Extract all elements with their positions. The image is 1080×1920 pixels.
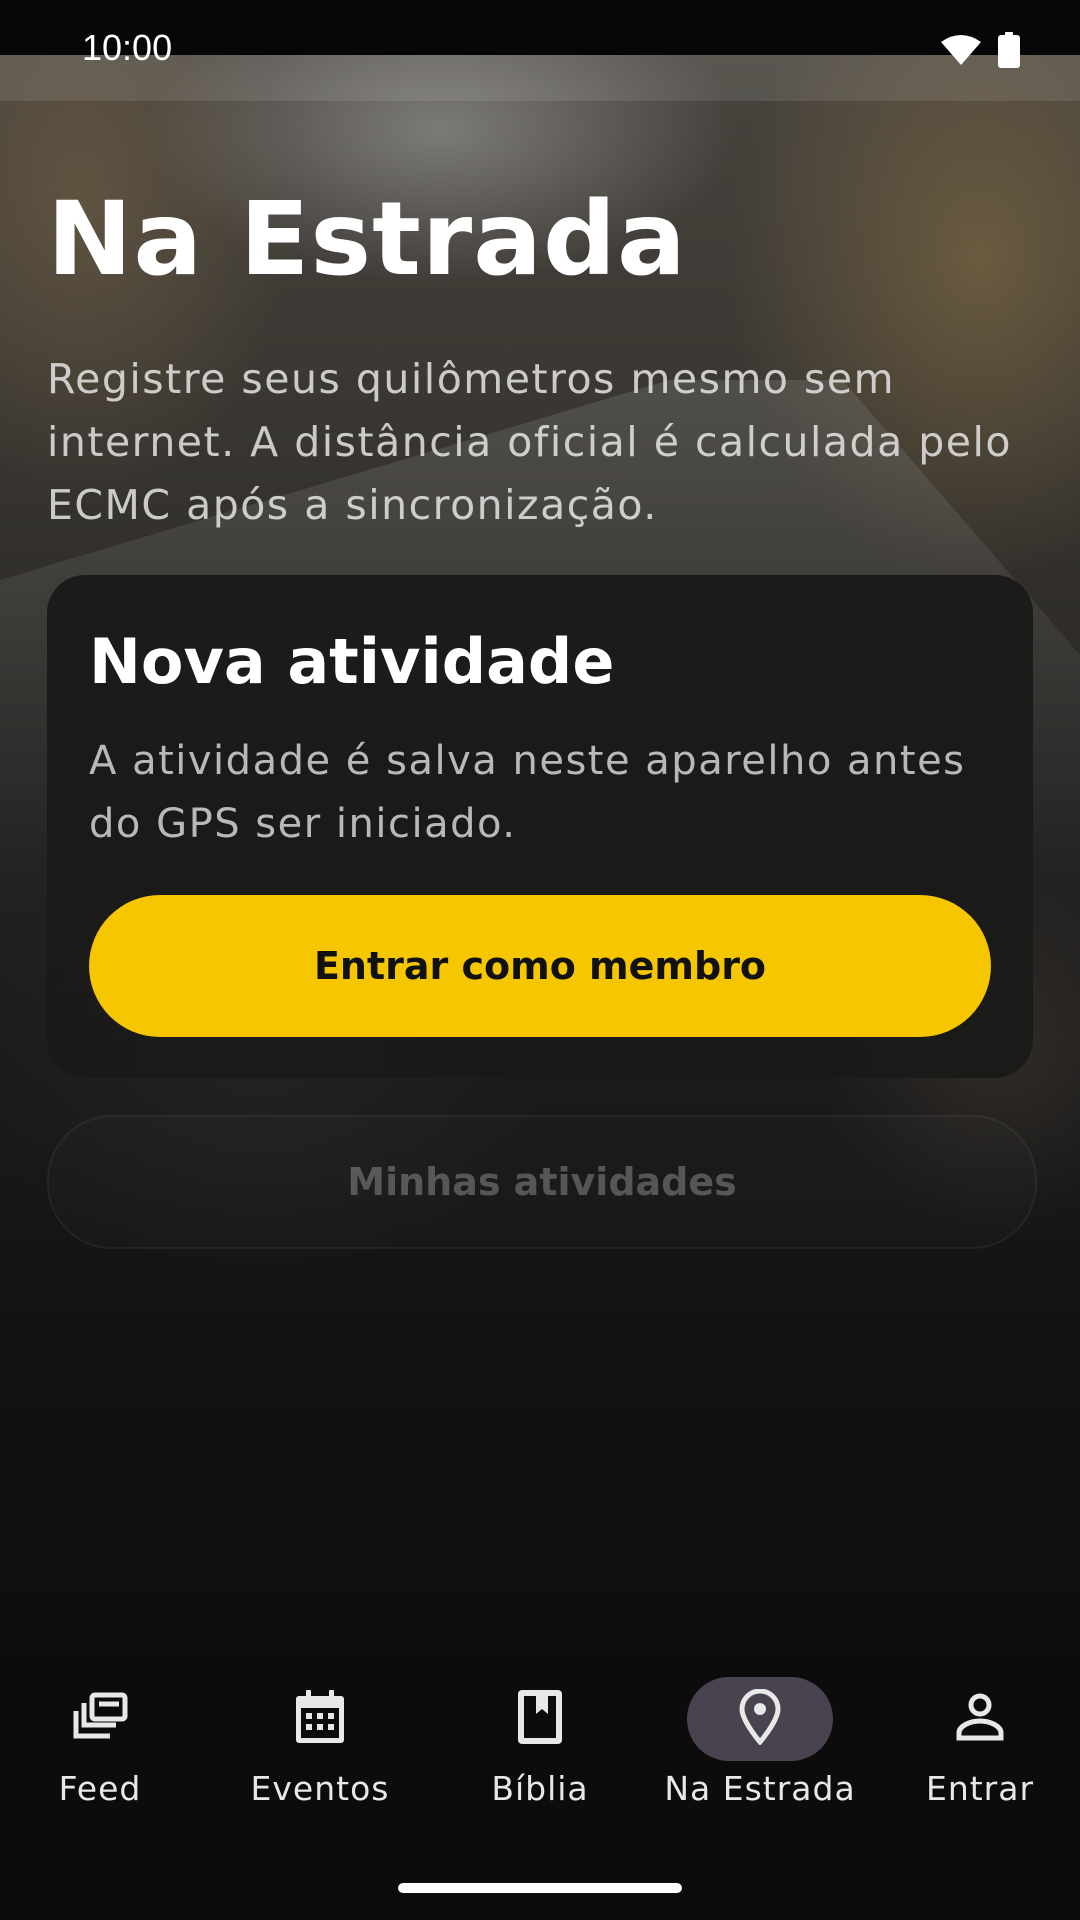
card-title: Nova atividade bbox=[89, 625, 615, 698]
book-icon bbox=[518, 1690, 562, 1748]
my-activities-button[interactable]: Minhas atividades bbox=[47, 1115, 1037, 1249]
page-title: Na Estrada bbox=[47, 180, 687, 299]
new-activity-card: Nova atividade A atividade é salva neste… bbox=[47, 575, 1033, 1078]
nav-label-biblia: Bíblia bbox=[491, 1769, 589, 1808]
app-bar bbox=[0, 55, 1080, 101]
nav-label-eventos: Eventos bbox=[250, 1769, 390, 1808]
card-description: A atividade é salva neste aparelho antes… bbox=[89, 738, 966, 847]
nav-label-feed: Feed bbox=[58, 1769, 142, 1808]
bottom-navigation: Feed Eventos Bíblia Na Estrada Entrar bbox=[0, 1635, 1080, 1920]
home-indicator[interactable] bbox=[398, 1883, 682, 1893]
page-subtitle: Registre seus quilômetros mesmo sem inte… bbox=[47, 355, 1012, 529]
nav-item-na-estrada[interactable]: Na Estrada bbox=[660, 1677, 860, 1827]
nav-label-entrar: Entrar bbox=[925, 1769, 1035, 1808]
nav-item-entrar[interactable]: Entrar bbox=[880, 1677, 1080, 1827]
status-bar: 10:00 bbox=[0, 0, 1080, 68]
screen: 10:00 Na Estrada Registre seus quilômetr… bbox=[0, 0, 1080, 1920]
nav-label-na-estrada: Na Estrada bbox=[664, 1769, 856, 1808]
active-indicator bbox=[687, 1677, 833, 1761]
nav-item-eventos[interactable]: Eventos bbox=[220, 1677, 420, 1827]
nav-item-biblia[interactable]: Bíblia bbox=[440, 1677, 640, 1827]
location-pin-icon bbox=[739, 1688, 781, 1749]
nav-item-feed[interactable]: Feed bbox=[0, 1677, 200, 1827]
person-icon bbox=[956, 1693, 1004, 1745]
login-as-member-button[interactable]: Entrar como membro bbox=[89, 895, 991, 1037]
feed-icon bbox=[72, 1692, 128, 1746]
calendar-icon bbox=[295, 1690, 345, 1748]
